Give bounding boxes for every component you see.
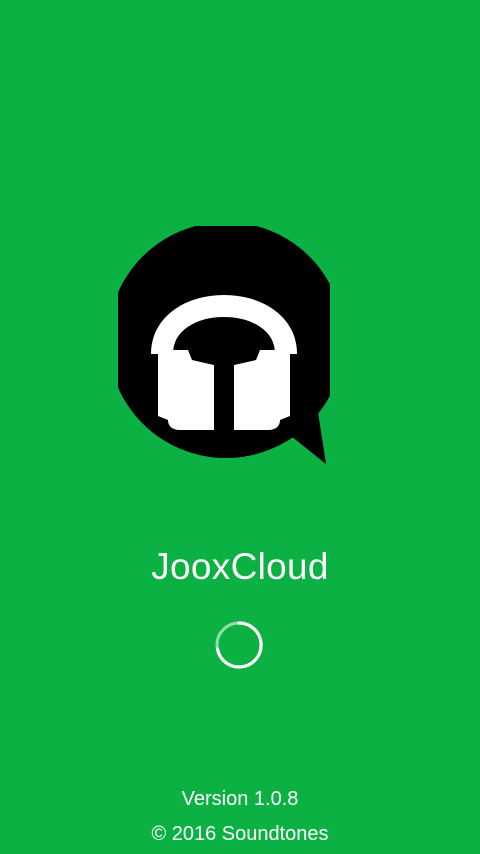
loading-spinner-icon [215, 621, 263, 669]
splash-screen: JooxCloud Version 1.0.8 © 2016 Soundtone… [0, 0, 480, 854]
app-title: JooxCloud [151, 546, 329, 587]
version-label: Version 1.0.8 [181, 788, 299, 810]
copyright-label: © 2016 Soundtones [151, 823, 329, 845]
headphones-chat-bubble-icon [118, 226, 330, 464]
